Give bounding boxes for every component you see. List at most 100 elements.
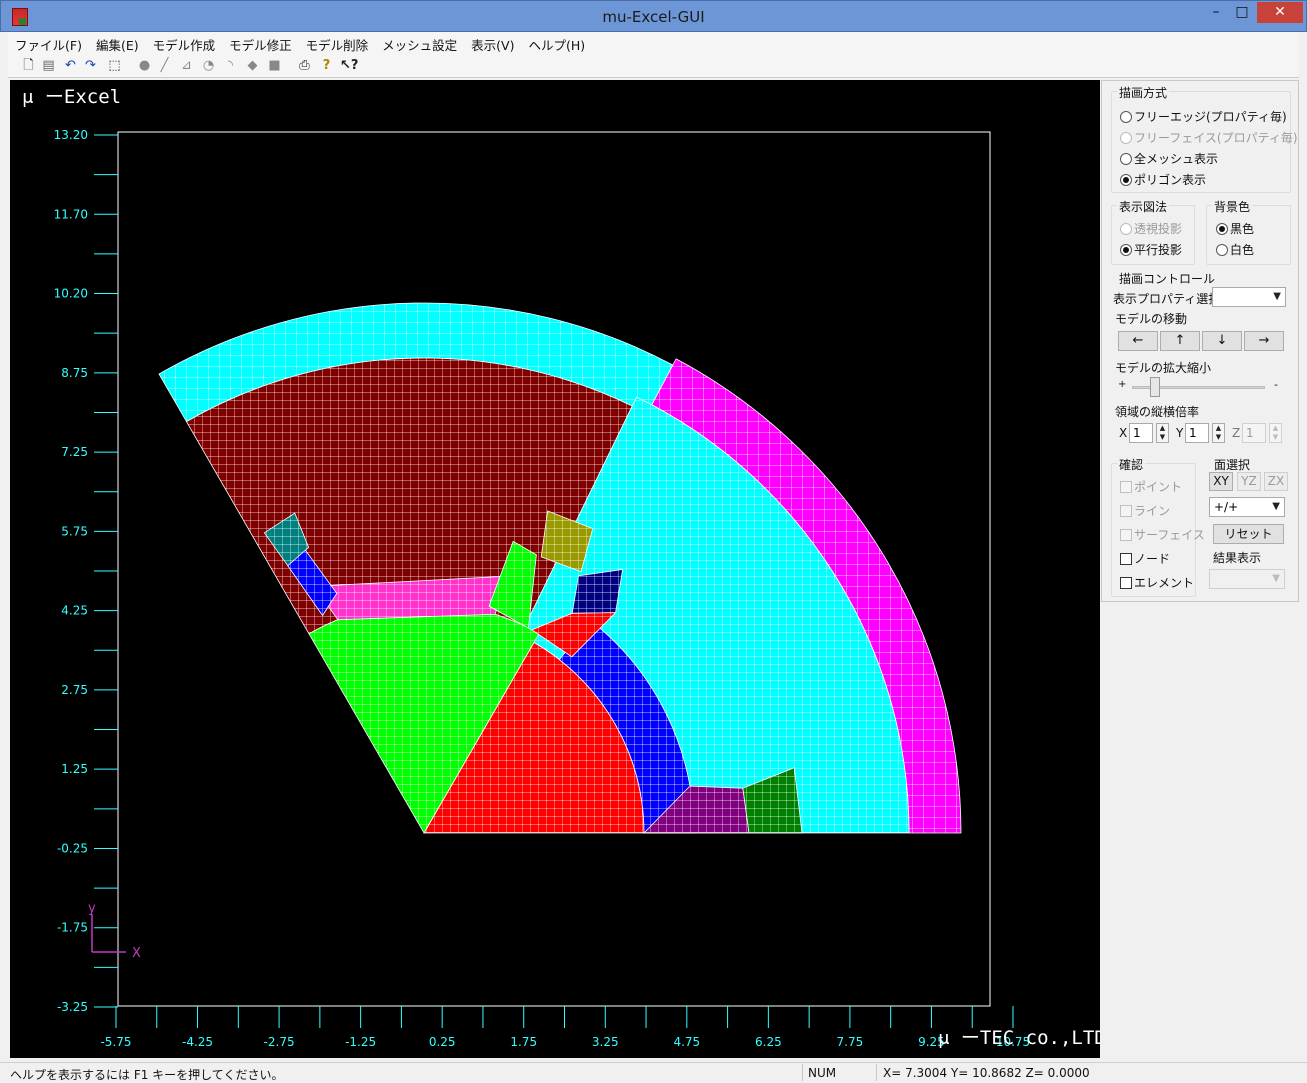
check-point-label: ポイント	[1134, 480, 1183, 494]
menu-edit[interactable]: 編集(E)	[89, 32, 146, 54]
move-left-button[interactable]: ←	[1118, 331, 1158, 351]
mesh-model[interactable]	[158, 302, 962, 834]
x-tick-label: -1.25	[345, 1035, 376, 1049]
scale-y-input[interactable]: 1	[1185, 423, 1209, 443]
undo-icon[interactable]: ↶	[62, 57, 79, 74]
arc-icon[interactable]: ◔	[200, 57, 217, 74]
polyline-icon[interactable]: ⊿	[178, 57, 195, 74]
x-tick-label: 7.75	[837, 1035, 864, 1049]
status-separator	[876, 1064, 877, 1081]
property-select-label: 表示プロパティ選択	[1113, 292, 1221, 306]
x-tick-label: -5.75	[100, 1035, 131, 1049]
graphics-viewport[interactable]: 13.20 11.70 10.20 8.75 7.25 5.75 4.25 2.75 1.25 -…	[10, 80, 1100, 1058]
x-tick-label: 3.25	[592, 1035, 619, 1049]
confirm-group: 確認 ポイント ライン サーフェイス ノード エレメント	[1111, 456, 1205, 597]
status-bar: ヘルプを表示するには F1 キーを押してください。 NUM X= 7.3004 …	[0, 1062, 1307, 1082]
move-up-button[interactable]: ↑	[1160, 331, 1200, 351]
menu-model-create[interactable]: モデル作成	[146, 32, 223, 54]
menu-model-delete[interactable]: モデル削除	[299, 32, 376, 54]
menu-file[interactable]: ファイル(F)	[8, 32, 89, 54]
radio-perspective: 透視投影	[1120, 220, 1182, 237]
direction-select-value: +/+	[1214, 500, 1239, 514]
plane-xy-button[interactable]: XY	[1209, 472, 1233, 491]
context-help-icon[interactable]: ↖?	[340, 57, 358, 74]
scale-z-label: Z	[1232, 426, 1241, 440]
radio-all-mesh[interactable]: 全メッシュ表示	[1120, 150, 1218, 167]
radio-parallel[interactable]: 平行投影	[1120, 241, 1182, 258]
y-tick-label: 1.25	[61, 762, 88, 776]
property-select[interactable]: ▼	[1212, 287, 1286, 307]
reset-button[interactable]: リセット	[1213, 524, 1284, 544]
y-tick-label: 2.75	[61, 683, 88, 697]
minimize-button[interactable]: –	[1203, 2, 1229, 23]
check-element[interactable]: エレメント	[1120, 574, 1194, 591]
y-axis: 13.20 11.70 10.20 8.75 7.25 5.75 4.25 2.75 1.25 -…	[54, 128, 118, 1014]
check-node[interactable]: ノード	[1120, 550, 1170, 567]
chevron-down-icon: ▼	[1272, 501, 1280, 512]
radio-white[interactable]: 白色	[1216, 241, 1254, 258]
scale-x-input[interactable]: 1	[1129, 423, 1153, 443]
window-title: mu-Excel-GUI	[602, 8, 705, 26]
scale-x-label: X	[1119, 426, 1128, 440]
face-icon[interactable]: ■	[266, 57, 283, 74]
model-canvas[interactable]: 13.20 11.70 10.20 8.75 7.25 5.75 4.25 2.75 1.25 -…	[10, 80, 1100, 1058]
checkbox-icon	[1120, 577, 1132, 589]
select-rect-icon[interactable]: ⬚	[106, 57, 123, 74]
region-block-navy-mesh	[571, 568, 624, 614]
plane-zx-button: ZX	[1264, 472, 1288, 491]
scale-x-spinner[interactable]: ▲ ▼	[1156, 423, 1169, 443]
checkbox-icon	[1120, 553, 1132, 565]
x-tick-label: 6.25	[755, 1035, 782, 1049]
scale-y-spinner[interactable]: ▲ ▼	[1212, 423, 1225, 443]
y-tick-label: -3.25	[57, 1000, 88, 1014]
triad-x-label: X	[132, 946, 141, 961]
radio-selected-icon	[1216, 223, 1228, 235]
checkbox-icon	[1120, 529, 1132, 541]
move-right-button[interactable]: →	[1244, 331, 1284, 351]
zoom-minus-label: -	[1274, 378, 1278, 391]
y-tick-label: 13.20	[54, 128, 88, 142]
radio-free-edge[interactable]: フリーエッジ(プロパティ毎)	[1120, 108, 1287, 125]
print-icon[interactable]: ⎙	[296, 57, 313, 74]
close-button[interactable]: ✕	[1257, 2, 1303, 23]
maximize-button[interactable]: □	[1229, 2, 1255, 23]
line-icon[interactable]: ╱	[156, 57, 173, 74]
result-select: ▼	[1209, 569, 1285, 589]
radio-parallel-label: 平行投影	[1134, 243, 1183, 257]
menu-help[interactable]: ヘルプ(H)	[521, 32, 592, 54]
direction-select[interactable]: +/+ ▼	[1209, 497, 1285, 517]
new-file-icon[interactable]: 🗋	[20, 57, 37, 74]
menu-model-modify[interactable]: モデル修正	[222, 32, 299, 54]
menu-mesh-settings[interactable]: メッシュ設定	[375, 32, 464, 54]
redo-icon[interactable]: ↷	[82, 57, 99, 74]
radio-polygon[interactable]: ポリゴン表示	[1120, 171, 1206, 188]
y-tick-label: -0.25	[57, 841, 88, 855]
save-icon[interactable]: ▤	[40, 57, 57, 74]
radio-black[interactable]: 黒色	[1216, 220, 1254, 237]
move-label: モデルの移動	[1115, 312, 1188, 326]
x-tick-label: -2.75	[264, 1035, 295, 1049]
help-icon[interactable]: ?	[318, 57, 335, 74]
check-element-label: エレメント	[1134, 576, 1195, 590]
status-coords: X= 7.3004 Y= 10.8682 Z= 0.0000	[883, 1066, 1090, 1080]
draw-mode-title: 描画方式	[1117, 84, 1170, 101]
radio-white-label: 白色	[1230, 243, 1255, 257]
region-icon[interactable]: ◆	[244, 57, 261, 74]
y-tick-label: -1.75	[57, 921, 88, 935]
projection-title: 表示図法	[1117, 198, 1170, 215]
control-panel: 描画方式 フリーエッジ(プロパティ毎) フリーフェイス(プロパティ毎) 全メッシ…	[1101, 80, 1299, 602]
axis-triad: y X	[88, 901, 141, 961]
check-surface-label: サーフェイス	[1134, 528, 1205, 542]
move-down-button[interactable]: ↓	[1202, 331, 1242, 351]
zoom-slider-thumb[interactable]	[1150, 377, 1161, 397]
y-tick-label: 8.75	[61, 366, 88, 380]
y-tick-label: 4.25	[61, 604, 88, 618]
arc2-icon[interactable]: ◝	[222, 57, 239, 74]
scale-y-label: Y	[1176, 426, 1184, 440]
radio-icon	[1120, 153, 1132, 165]
menu-view[interactable]: 表示(V)	[464, 32, 521, 54]
title-bar: mu-Excel-GUI – □ ✕	[0, 0, 1307, 32]
point-icon[interactable]: ●	[136, 57, 153, 74]
chevron-down-icon: ▼	[1273, 291, 1281, 302]
company-text: μ ーTEC co.,LTD	[938, 1027, 1100, 1049]
